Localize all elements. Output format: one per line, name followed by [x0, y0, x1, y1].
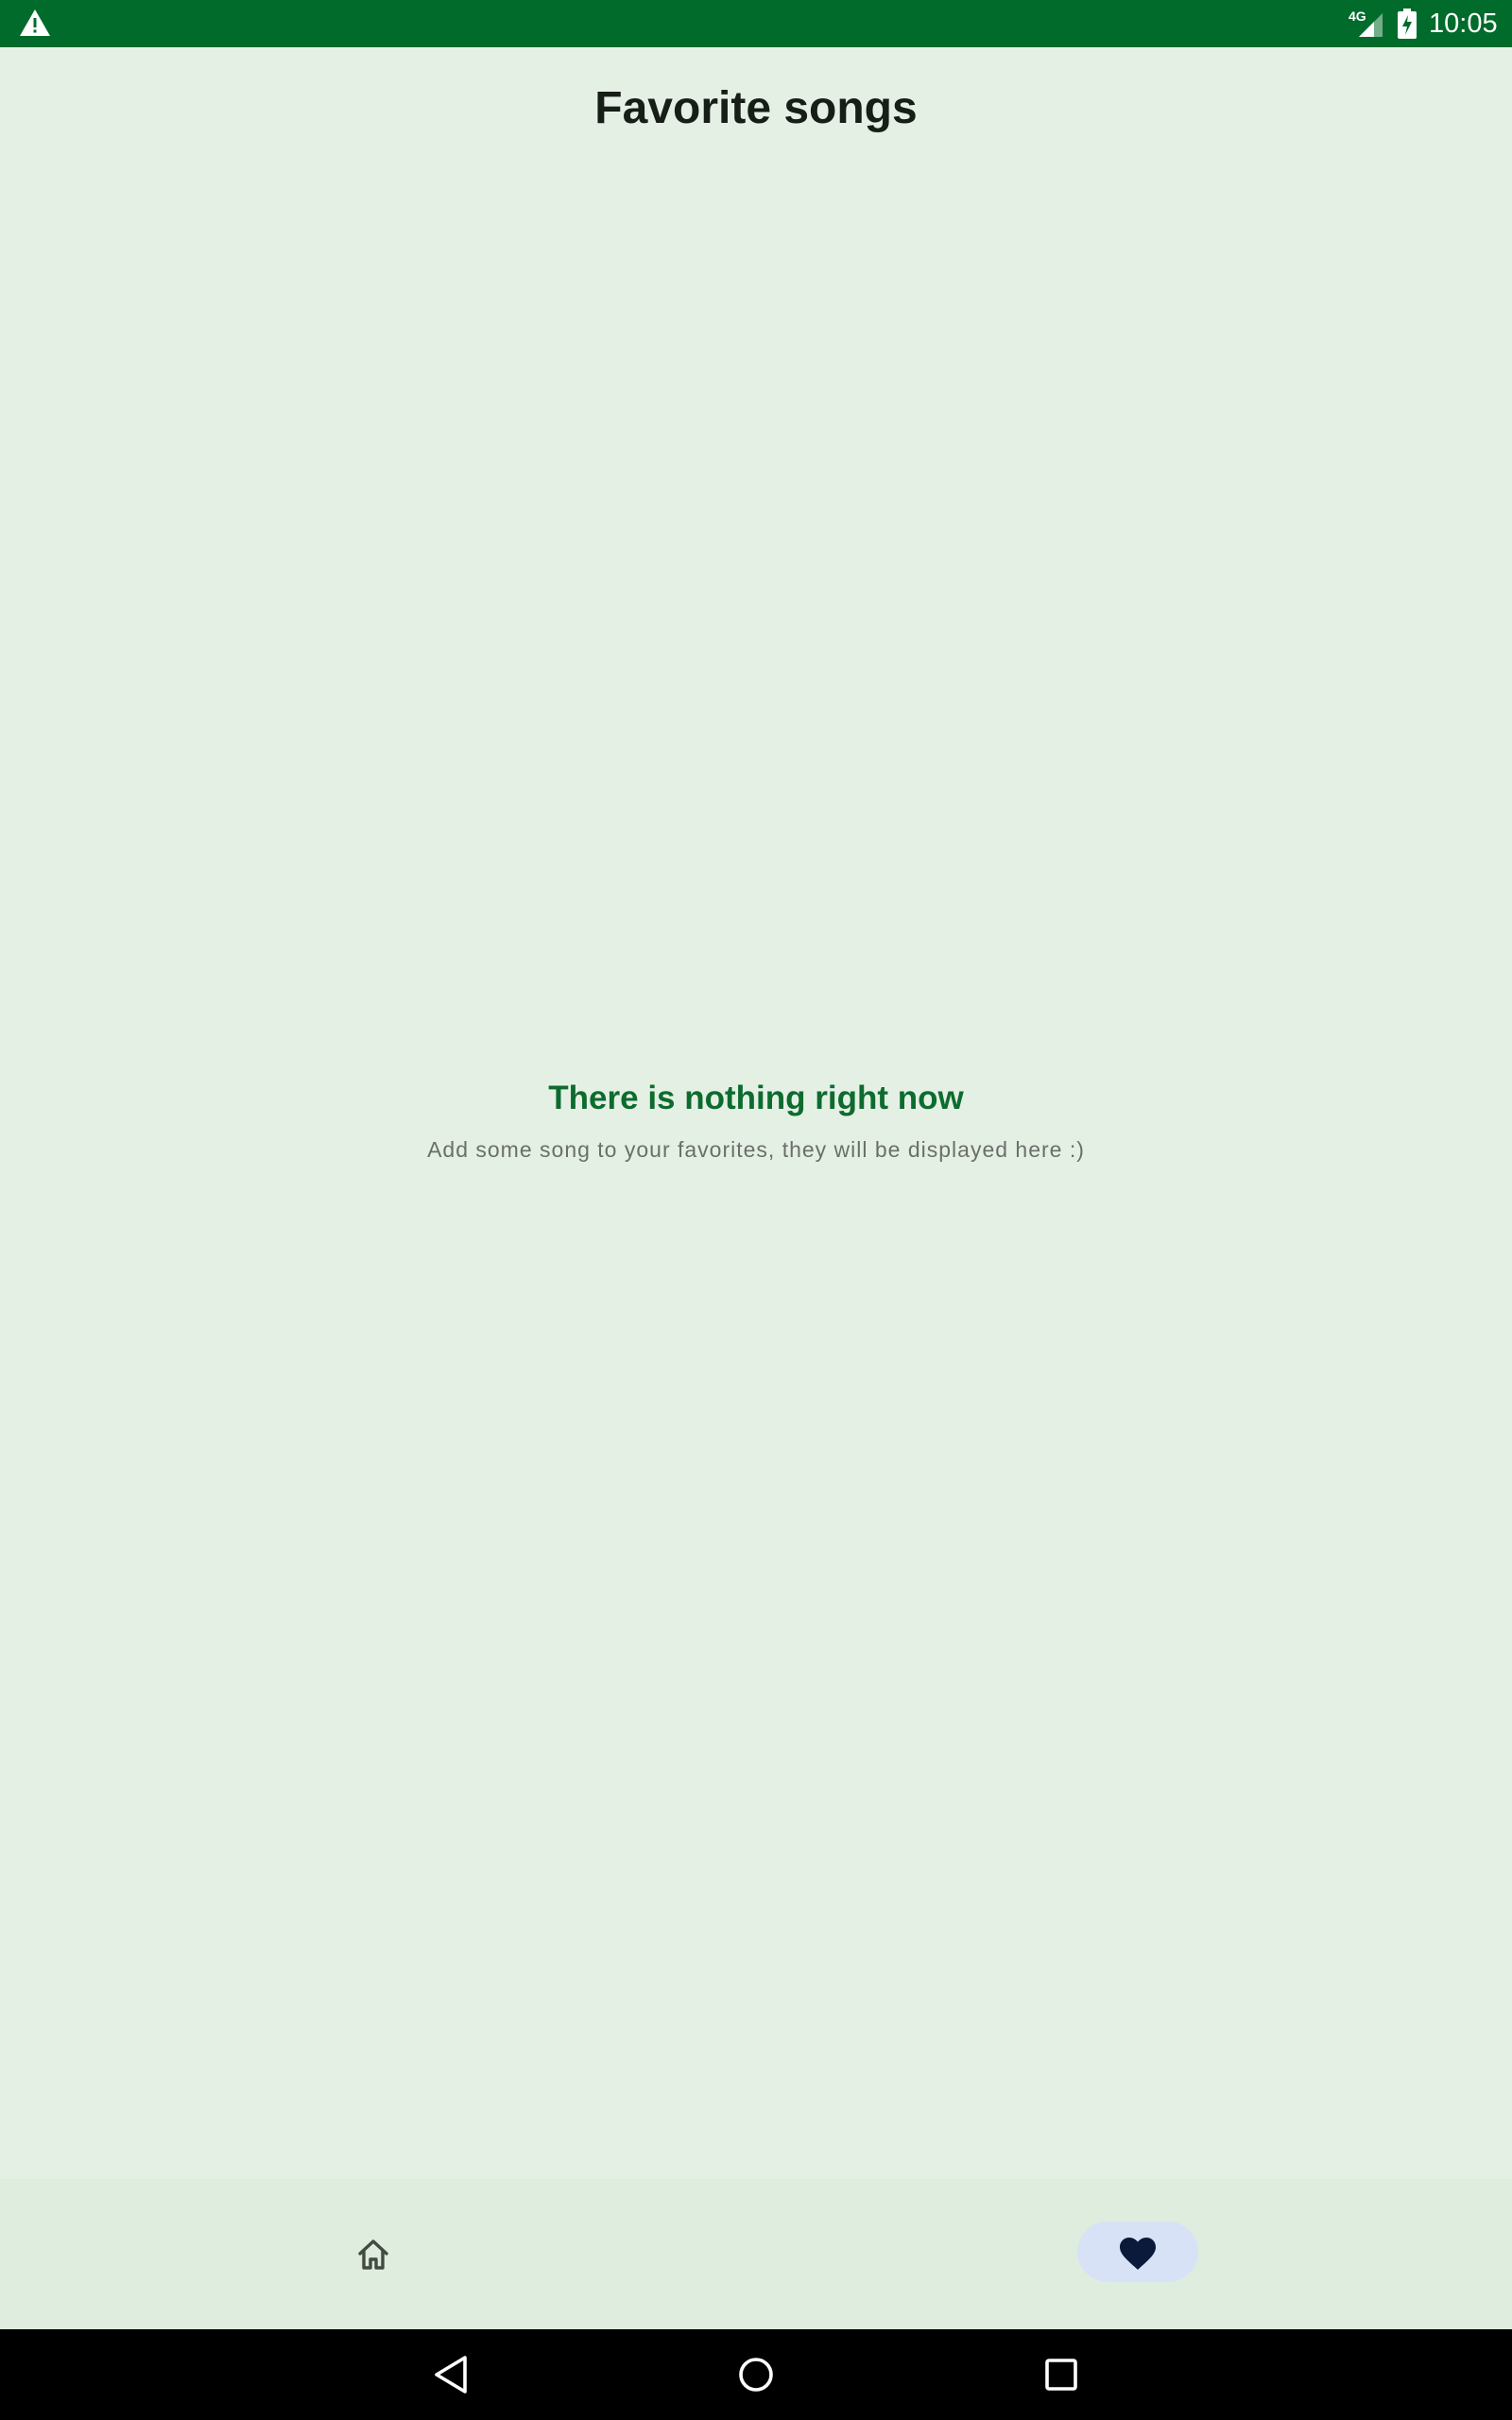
nav-item-home[interactable] [0, 2179, 756, 2329]
recents-icon[interactable] [1040, 2354, 1082, 2395]
empty-state-subtitle: Add some song to your favorites, they wi… [427, 1137, 1085, 1162]
empty-state-title: There is nothing right now [548, 1080, 964, 1116]
page-title: Favorite songs [594, 83, 918, 133]
clock: 10:05 [1429, 9, 1498, 39]
empty-state: There is nothing right now Add some song… [0, 1068, 1512, 1168]
heart-icon [1120, 2238, 1156, 2270]
nav-item-favorites[interactable] [756, 2179, 1512, 2329]
home-icon [358, 2239, 388, 2270]
back-icon[interactable] [431, 2354, 472, 2395]
home-circle-icon[interactable] [735, 2354, 777, 2395]
warning-icon [20, 9, 50, 36]
system-navigation-bar [0, 2329, 1512, 2420]
signal-icon [1359, 13, 1383, 37]
bottom-navigation [0, 2179, 1512, 2329]
status-bar: 4G 10:05 [0, 0, 1512, 47]
battery-charging-icon [1398, 9, 1417, 39]
